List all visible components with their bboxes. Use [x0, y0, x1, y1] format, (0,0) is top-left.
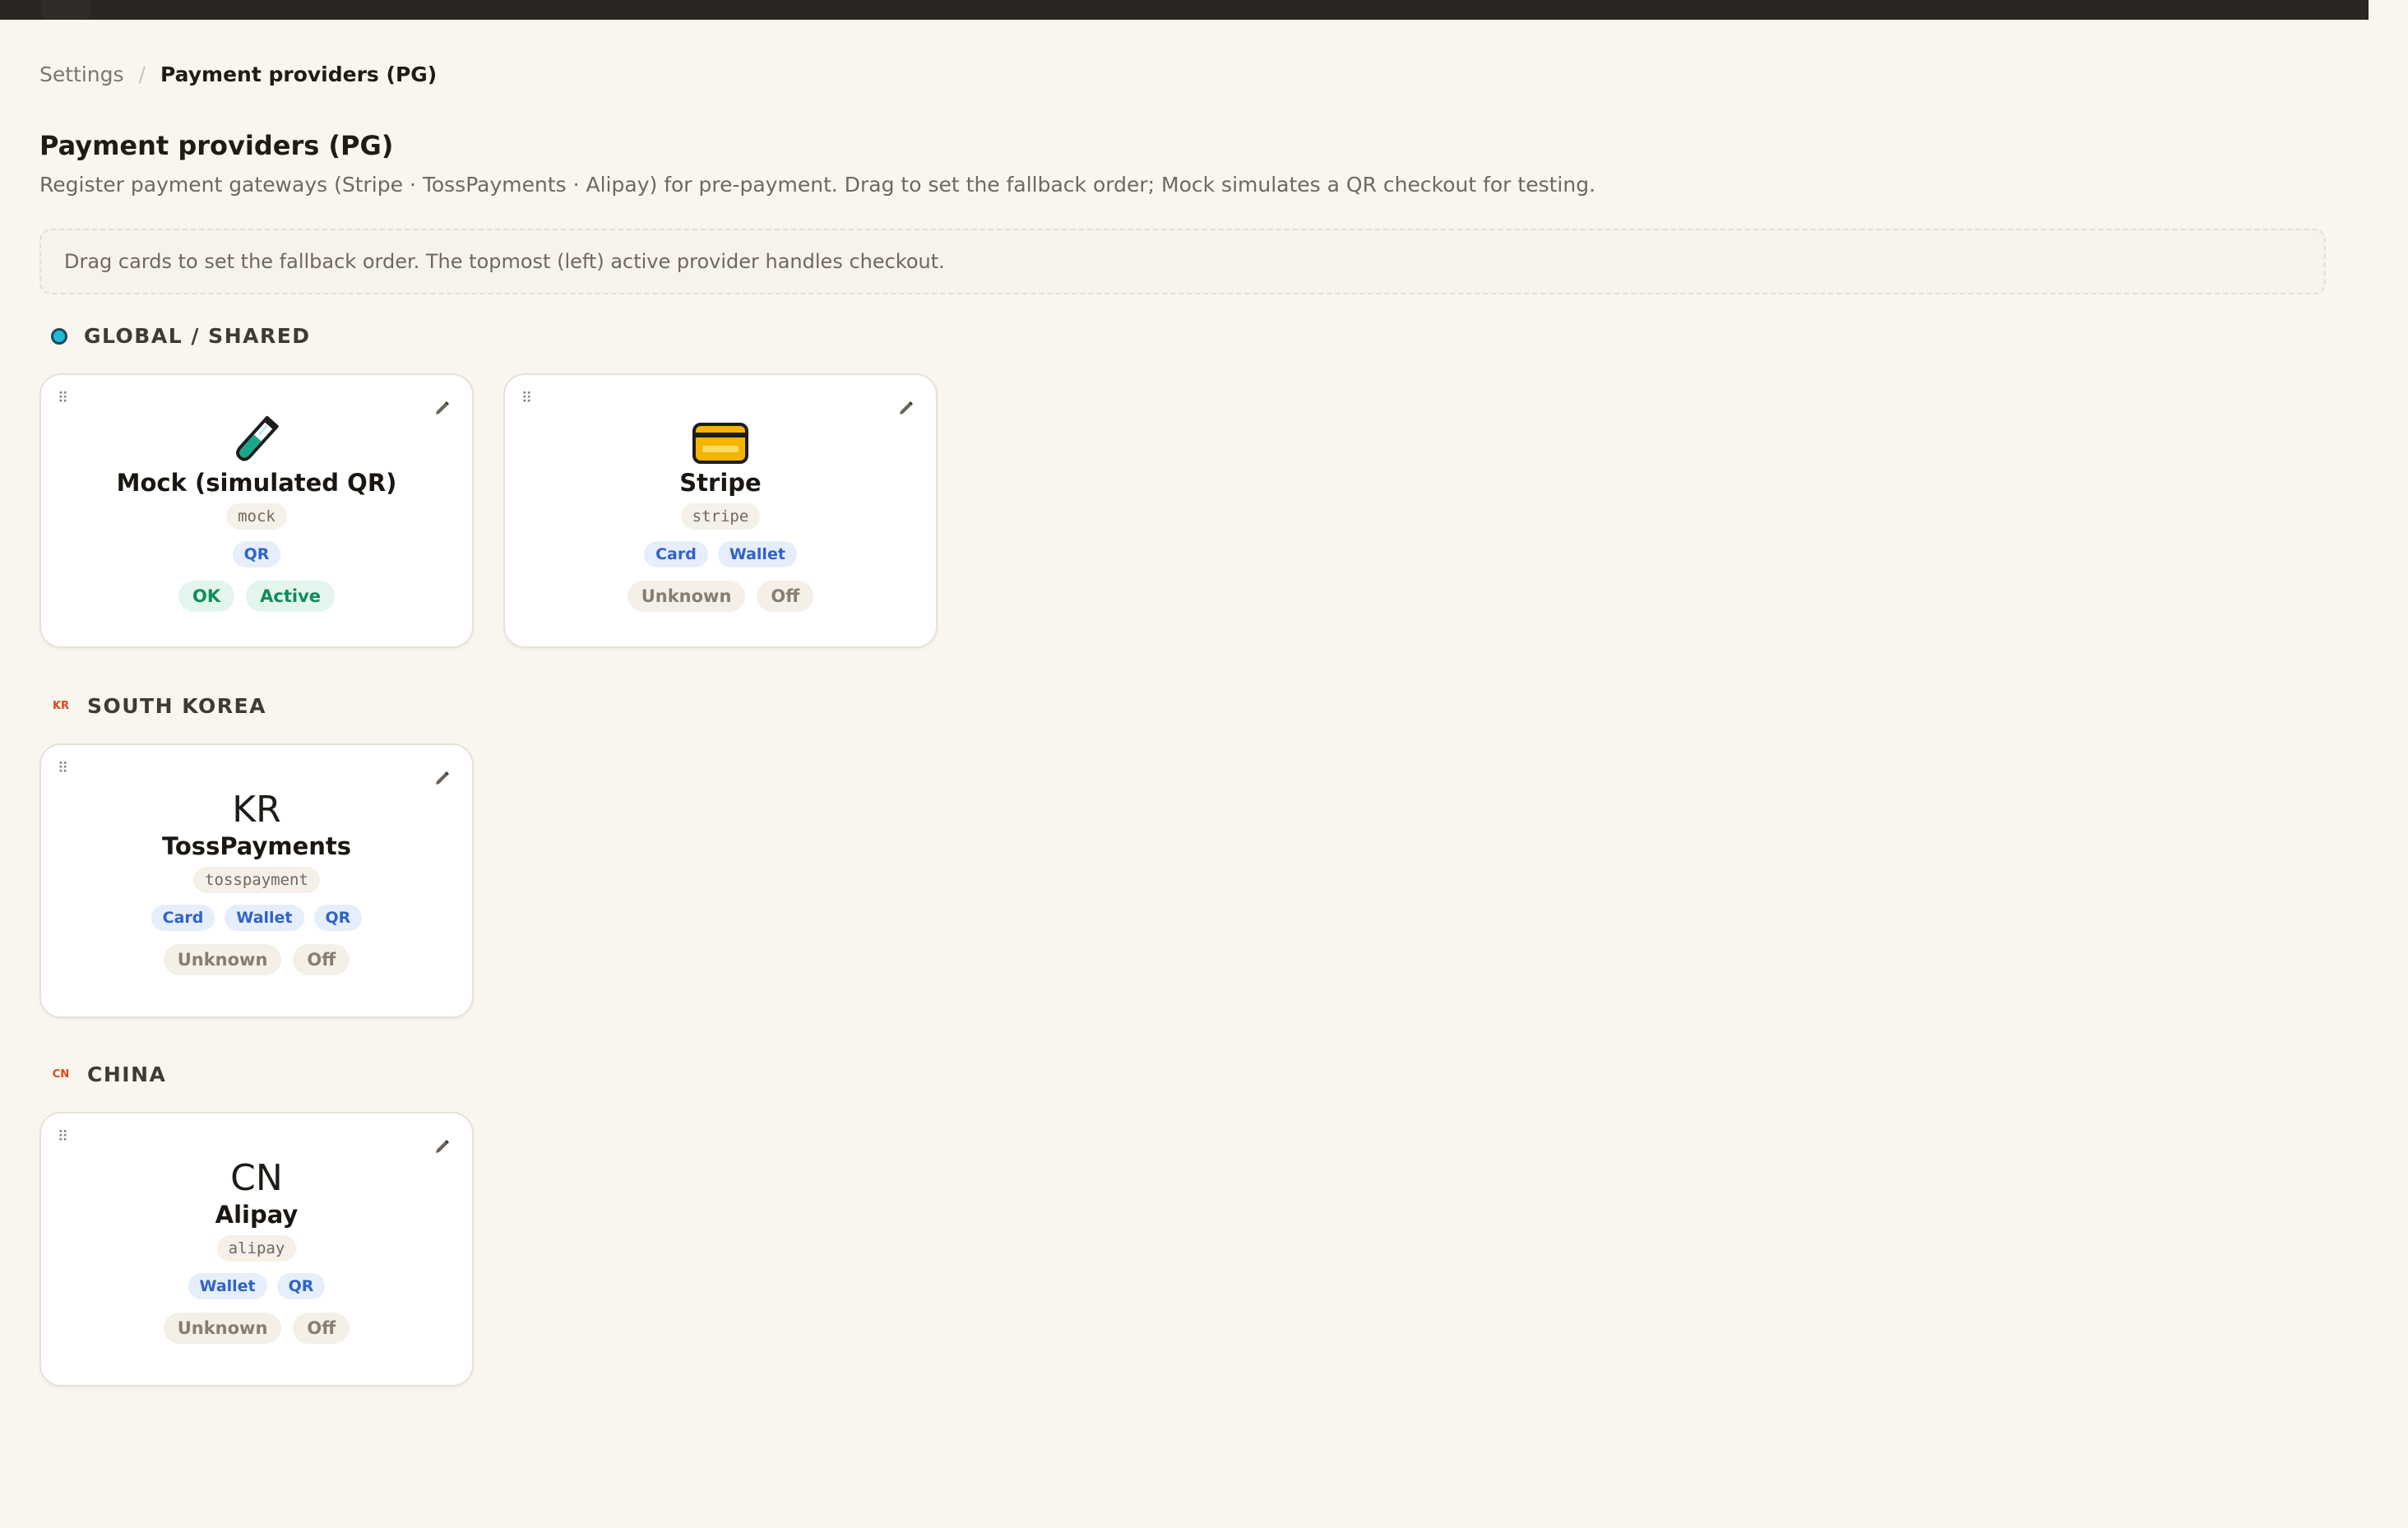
group-label-china: CHINA: [87, 1063, 167, 1086]
globe-icon: [51, 327, 67, 345]
provider-code: tosspayment: [193, 867, 320, 893]
top-bar-tab[interactable]: [41, 0, 90, 20]
pencil-icon: [436, 1140, 449, 1153]
breadcrumb-separator: /: [138, 63, 146, 86]
region-code: KR: [232, 789, 281, 831]
breadcrumb-current: Payment providers (PG): [160, 63, 438, 86]
fallback-order-hint: Drag cards to set the fallback order. Th…: [39, 229, 2326, 294]
pencil-icon: [436, 771, 449, 785]
drag-handle-icon[interactable]: ⠿: [58, 762, 68, 776]
group-label-south-korea: SOUTH KOREA: [87, 694, 266, 718]
group-header-global: GLOBAL / SHARED: [51, 324, 311, 348]
group-header-china: CN CHINA: [51, 1063, 166, 1086]
top-bar: [0, 0, 2369, 20]
drag-handle-icon[interactable]: ⠿: [58, 391, 68, 406]
capability-tags: QR: [232, 541, 281, 567]
health-badge: Unknown: [163, 944, 282, 975]
active-toggle[interactable]: Off: [757, 581, 814, 612]
provider-card-body: Mock (simulated QR) mock QR OK Active: [41, 411, 472, 612]
capability-tags: Card Wallet: [644, 541, 797, 567]
capability-tag: Wallet: [188, 1273, 267, 1299]
kr-flag-icon: KR: [52, 700, 70, 712]
capability-tag: QR: [232, 541, 281, 567]
health-badge: Unknown: [163, 1313, 282, 1344]
page-description: Register payment gateways (Stripe · Toss…: [39, 173, 1596, 197]
capability-tags: Wallet QR: [188, 1273, 326, 1299]
breadcrumb: Settings / Payment providers (PG): [39, 63, 437, 86]
provider-card-stripe[interactable]: ⠿ Stripe stripe Card Wallet Unknown Off: [503, 373, 938, 648]
capability-tag: QR: [313, 905, 363, 931]
edit-button[interactable]: [429, 766, 454, 791]
cn-flag-icon: CN: [52, 1068, 70, 1081]
capability-tag: Card: [644, 541, 708, 567]
breadcrumb-settings-link[interactable]: Settings: [39, 63, 124, 86]
provider-name: Mock (simulated QR): [116, 469, 397, 497]
provider-name: Stripe: [679, 469, 762, 497]
active-toggle[interactable]: Active: [246, 581, 335, 612]
page-title: Payment providers (PG): [39, 130, 394, 161]
provider-card-body: CN Alipay alipay Wallet QR Unknown Off: [41, 1158, 472, 1344]
edit-button[interactable]: [893, 396, 918, 421]
provider-code: alipay: [216, 1235, 297, 1262]
group-label-global: GLOBAL / SHARED: [84, 324, 311, 348]
capability-tag: Wallet: [717, 541, 797, 567]
pencil-icon: [900, 401, 913, 414]
region-code: CN: [230, 1157, 283, 1199]
group-header-south-korea: KR SOUTH KOREA: [51, 694, 266, 718]
status-row: Unknown Off: [163, 1313, 350, 1344]
capability-tag: QR: [276, 1273, 326, 1299]
health-badge: OK: [178, 581, 235, 612]
test-tube-icon: [236, 415, 279, 461]
provider-card-body: Stripe stripe Card Wallet Unknown Off: [505, 419, 936, 612]
capability-tag: Wallet: [225, 905, 304, 931]
hint-text: Drag cards to set the fallback order. Th…: [64, 250, 945, 273]
status-row: OK Active: [178, 581, 335, 612]
provider-name: TossPayments: [161, 832, 352, 860]
provider-code: mock: [226, 503, 287, 530]
active-toggle[interactable]: Off: [293, 1313, 350, 1344]
provider-card-body: KR TossPayments tosspayment Card Wallet …: [41, 789, 472, 975]
drag-handle-icon[interactable]: ⠿: [58, 1130, 68, 1145]
edit-button[interactable]: [429, 1135, 454, 1160]
active-toggle[interactable]: Off: [293, 944, 350, 975]
status-row: Unknown Off: [627, 581, 814, 612]
provider-card-mock[interactable]: ⠿ Mock (simulated QR) mock QR OK Active: [39, 373, 474, 648]
provider-card-alipay[interactable]: ⠿ CN Alipay alipay Wallet QR Unknown Off: [39, 1112, 474, 1387]
drag-handle-icon[interactable]: ⠿: [521, 391, 532, 406]
credit-card-icon: [692, 423, 748, 464]
capability-tag: Card: [150, 905, 215, 931]
provider-code: stripe: [680, 503, 761, 530]
health-badge: Unknown: [627, 581, 746, 612]
status-row: Unknown Off: [163, 944, 350, 975]
provider-name: Alipay: [215, 1201, 299, 1229]
provider-card-tosspayments[interactable]: ⠿ KR TossPayments tosspayment Card Walle…: [39, 743, 474, 1018]
capability-tags: Card Wallet QR: [150, 905, 363, 931]
